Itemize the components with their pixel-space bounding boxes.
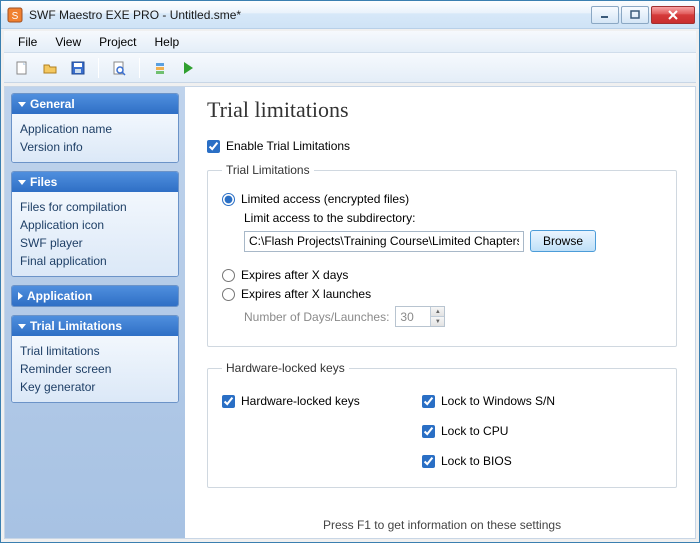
sidebar: General Application name Version info Fi…	[5, 87, 185, 538]
sidebar-item-trial-limitations[interactable]: Trial limitations	[20, 342, 170, 360]
sidebar-title: General	[30, 97, 75, 111]
menu-file[interactable]: File	[10, 33, 45, 51]
title-bar: S SWF Maestro EXE PRO - Untitled.sme*	[1, 1, 699, 29]
chevron-down-icon	[18, 102, 26, 107]
sidebar-item-application-name[interactable]: Application name	[20, 120, 170, 138]
menu-help[interactable]: Help	[147, 33, 188, 51]
num-days-spinner[interactable]: ▲ ▼	[395, 306, 445, 327]
lock-cpu-label: Lock to CPU	[441, 424, 508, 438]
radio-expires-days[interactable]	[222, 269, 235, 282]
sidebar-item-version-info[interactable]: Version info	[20, 138, 170, 156]
sidebar-group-files: Files Files for compilation Application …	[11, 171, 179, 277]
enable-trial-checkbox[interactable]	[207, 140, 220, 153]
sidebar-title: Files	[30, 175, 57, 189]
close-button[interactable]	[651, 6, 695, 24]
sidebar-group-trial-limitations: Trial Limitations Trial limitations Remi…	[11, 315, 179, 403]
play-icon[interactable]	[176, 56, 200, 80]
radio-limited-access-label: Limited access (encrypted files)	[241, 192, 409, 206]
svg-text:S: S	[12, 11, 19, 22]
lock-cpu-checkbox[interactable]	[422, 425, 435, 438]
window-title: SWF Maestro EXE PRO - Untitled.sme*	[29, 8, 591, 22]
sidebar-group-application: Application	[11, 285, 179, 307]
sidebar-item-application-icon[interactable]: Application icon	[20, 216, 170, 234]
body: General Application name Version info Fi…	[4, 86, 696, 539]
open-icon[interactable]	[38, 56, 62, 80]
build-icon[interactable]	[148, 56, 172, 80]
sidebar-item-reminder-screen[interactable]: Reminder screen	[20, 360, 170, 378]
subdir-label: Limit access to the subdirectory:	[244, 211, 662, 225]
fieldset-hardware-legend: Hardware-locked keys	[222, 361, 349, 375]
radio-expires-launches-label: Expires after X launches	[241, 287, 371, 301]
lock-bios-checkbox[interactable]	[422, 455, 435, 468]
hw-keys-checkbox[interactable]	[222, 395, 235, 408]
page-title: Trial limitations	[207, 97, 677, 123]
minimize-button[interactable]	[591, 6, 619, 24]
num-days-label: Number of Days/Launches:	[244, 310, 389, 324]
chevron-right-icon	[18, 292, 23, 300]
browse-button[interactable]: Browse	[530, 230, 596, 252]
footer-hint: Press F1 to get information on these set…	[207, 512, 677, 534]
chevron-down-icon	[18, 324, 26, 329]
menu-view[interactable]: View	[47, 33, 89, 51]
app-icon: S	[7, 7, 23, 23]
new-icon[interactable]	[10, 56, 34, 80]
menu-bar: File View Project Help	[4, 31, 696, 53]
menu-project[interactable]: Project	[91, 33, 144, 51]
fieldset-hardware-keys: Hardware-locked keys Hardware-locked key…	[207, 361, 677, 488]
save-icon[interactable]	[66, 56, 90, 80]
radio-limited-access[interactable]	[222, 193, 235, 206]
spinner-down-icon[interactable]: ▼	[431, 317, 444, 326]
radio-expires-launches[interactable]	[222, 288, 235, 301]
sidebar-title: Application	[27, 289, 92, 303]
sidebar-header-files[interactable]: Files	[12, 172, 178, 192]
sidebar-header-application[interactable]: Application	[12, 286, 178, 306]
sidebar-item-key-generator[interactable]: Key generator	[20, 378, 170, 396]
sidebar-group-general: General Application name Version info	[11, 93, 179, 163]
fieldset-trial-legend: Trial Limitations	[222, 163, 314, 177]
preview-icon[interactable]	[107, 56, 131, 80]
sidebar-title: Trial Limitations	[30, 319, 122, 333]
sidebar-header-general[interactable]: General	[12, 94, 178, 114]
sidebar-item-files-compilation[interactable]: Files for compilation	[20, 198, 170, 216]
chevron-down-icon	[18, 180, 26, 185]
app-window: S SWF Maestro EXE PRO - Untitled.sme* Fi…	[0, 0, 700, 543]
lock-windows-label: Lock to Windows S/N	[441, 394, 555, 408]
subdir-input[interactable]	[244, 231, 524, 252]
sidebar-header-trial-limitations[interactable]: Trial Limitations	[12, 316, 178, 336]
fieldset-trial-limitations: Trial Limitations Limited access (encryp…	[207, 163, 677, 347]
enable-trial-label: Enable Trial Limitations	[226, 139, 350, 153]
sidebar-item-swf-player[interactable]: SWF player	[20, 234, 170, 252]
radio-expires-days-label: Expires after X days	[241, 268, 348, 282]
main-panel: Trial limitations Enable Trial Limitatio…	[185, 87, 695, 538]
toolbar	[4, 53, 696, 83]
sidebar-item-final-application[interactable]: Final application	[20, 252, 170, 270]
hw-keys-label: Hardware-locked keys	[241, 394, 360, 408]
maximize-button[interactable]	[621, 6, 649, 24]
lock-bios-label: Lock to BIOS	[441, 454, 512, 468]
num-days-input[interactable]	[396, 307, 430, 326]
spinner-up-icon[interactable]: ▲	[431, 307, 444, 317]
lock-windows-checkbox[interactable]	[422, 395, 435, 408]
